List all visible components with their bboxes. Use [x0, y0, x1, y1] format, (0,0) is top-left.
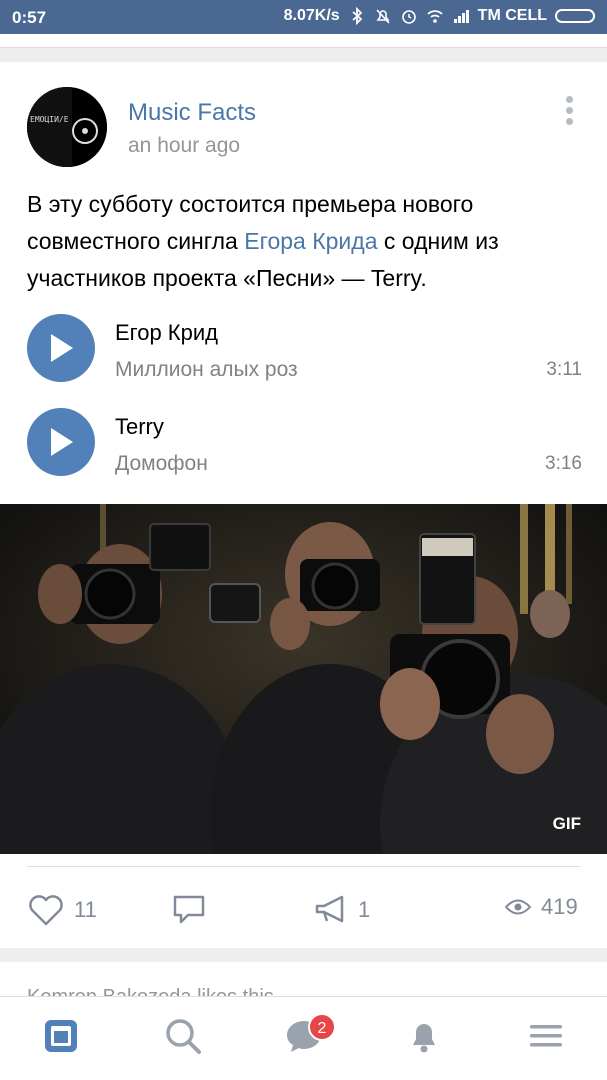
- gif-media[interactable]: GIF: [0, 504, 607, 854]
- search-icon: [166, 1019, 201, 1054]
- battery-icon: [555, 9, 595, 23]
- audio-track[interactable]: Егор Крид Миллион алых роз 3:11: [27, 314, 582, 384]
- post-time: an hour ago: [128, 134, 241, 157]
- tab-menu[interactable]: [527, 1017, 567, 1057]
- carrier-name: TM CELL: [477, 7, 547, 24]
- play-button[interactable]: [27, 408, 95, 476]
- track-duration: 3:11: [546, 359, 582, 380]
- gif-badge: GIF: [552, 814, 581, 833]
- post-author[interactable]: Music Facts: [128, 99, 256, 127]
- bluetooth-icon: [352, 7, 362, 25]
- tab-search[interactable]: [164, 1017, 204, 1057]
- heart-icon: [29, 895, 63, 926]
- audio-track[interactable]: Terry Домофон 3:16: [27, 408, 582, 478]
- hamburger-icon: [530, 1025, 562, 1047]
- tab-messages[interactable]: 2: [284, 1013, 336, 1057]
- track-title: Миллион алых роз: [115, 358, 298, 381]
- views-indicator: 419: [505, 894, 578, 920]
- wifi-icon: [427, 10, 443, 23]
- signal-icon: [453, 10, 469, 23]
- play-icon: [51, 428, 73, 456]
- megaphone-icon: [315, 895, 344, 923]
- photographers-scene: [0, 504, 607, 854]
- share-button[interactable]: 1: [314, 894, 370, 926]
- bottom-tab-bar: 2: [0, 996, 607, 1080]
- like-count: 11: [74, 897, 97, 922]
- mute-bell-icon: [376, 9, 390, 24]
- svg-text:EMOЦIИ/E: EMOЦIИ/E: [30, 115, 69, 124]
- like-button[interactable]: 11: [28, 894, 97, 926]
- action-divider: [27, 866, 580, 867]
- messages-badge: 2: [308, 1013, 336, 1041]
- network-speed: 8.07K/s: [283, 7, 340, 24]
- post-text-link[interactable]: Егора Крида: [244, 228, 377, 254]
- post-actions: 11 1 419: [0, 884, 607, 934]
- track-artist: Егор Крид: [115, 320, 218, 345]
- previous-post-edge: [0, 34, 607, 48]
- status-bar: 0:57 8.07K/s TM CELL: [0, 0, 607, 34]
- track-duration: 3:16: [545, 453, 582, 474]
- status-icons: 8.07K/s TM CELL: [284, 7, 595, 25]
- view-count: 419: [541, 894, 578, 919]
- tab-news[interactable]: [42, 1017, 82, 1057]
- alarm-icon: [401, 10, 416, 24]
- avatar-logo: EMOЦIИ/E: [27, 87, 107, 167]
- track-title: Домофон: [115, 452, 208, 475]
- post-card: EMOЦIИ/E Music Facts an hour ago В эту с…: [0, 62, 607, 948]
- track-artist: Terry: [115, 414, 164, 439]
- author-avatar[interactable]: EMOЦIИ/E: [27, 87, 107, 167]
- share-count: 1: [358, 897, 371, 922]
- more-options-icon[interactable]: [562, 96, 576, 126]
- comment-icon: [173, 895, 205, 924]
- bell-icon: [413, 1024, 435, 1053]
- eye-icon: [505, 899, 531, 915]
- status-time: 0:57: [12, 8, 47, 27]
- post-text: В эту субботу состоится премьера нового …: [27, 186, 587, 297]
- play-icon: [51, 334, 73, 362]
- play-button[interactable]: [27, 314, 95, 382]
- newsfeed-icon: [45, 1020, 77, 1052]
- comment-button[interactable]: [172, 894, 206, 926]
- tab-notifications[interactable]: [405, 1017, 445, 1057]
